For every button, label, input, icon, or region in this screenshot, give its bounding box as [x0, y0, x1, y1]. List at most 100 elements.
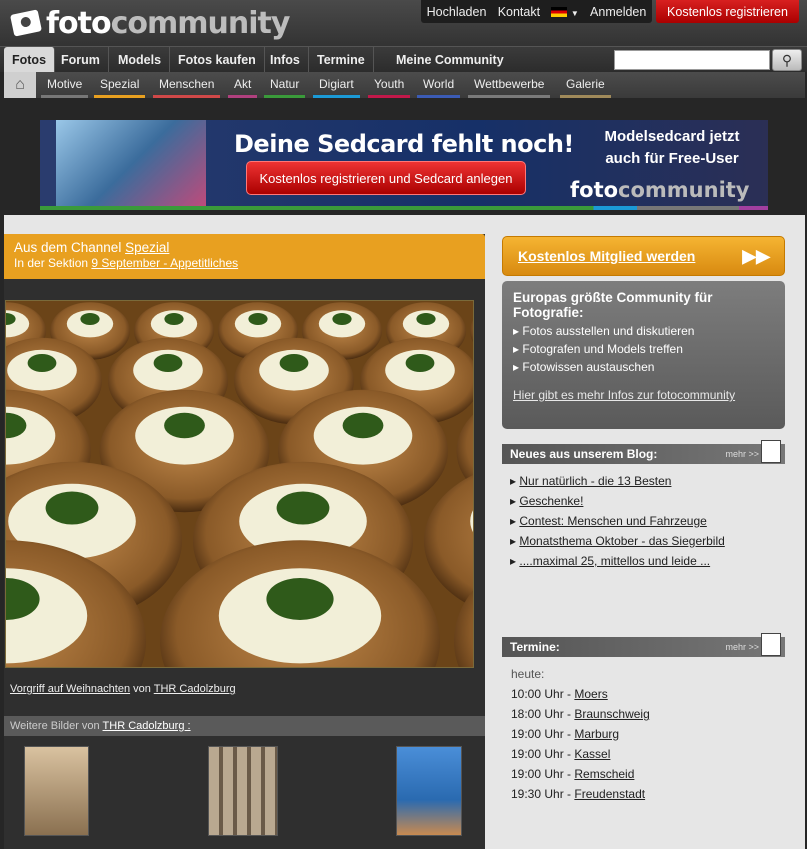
login-link[interactable]: Anmelden	[590, 5, 646, 19]
nav-meine-community[interactable]: Meine Community	[388, 47, 512, 73]
top-header: fotocommunity Hochladen Kontakt ▼ Anmeld…	[0, 0, 807, 46]
list-item: 19:30 Uhr - Freudenstadt	[511, 787, 646, 801]
banner-logo-bold: community	[618, 178, 750, 202]
subnav-menschen[interactable]: Menschen	[153, 72, 221, 98]
banner-register-button[interactable]: Kostenlos registrieren und Sedcard anleg…	[246, 161, 526, 195]
blog-link[interactable]: Monatsthema Oktober - das Siegerbild	[519, 534, 724, 548]
language-selector[interactable]: ▼	[551, 5, 579, 19]
blog-link[interactable]: Geschenke!	[519, 494, 583, 508]
content-top-border	[4, 215, 485, 234]
calendar-icon	[761, 440, 781, 463]
list-item: ▸ ....maximal 25, mittellos und leide ..…	[510, 554, 711, 568]
pistachio	[45, 491, 99, 525]
more-images-prefix: Weitere Bilder von	[10, 720, 100, 732]
info-item: ▸ Fotografen und Models treffen	[513, 342, 683, 356]
photo-caption: Vorgriff auf Weihnachten von THR Cadolzb…	[10, 683, 236, 695]
upload-link[interactable]: Hochladen	[427, 5, 487, 19]
featured-photo[interactable]	[0, 300, 734, 742]
channel-link[interactable]: Spezial	[125, 240, 169, 255]
register-button[interactable]: Kostenlos registrieren	[656, 0, 799, 23]
more-images-header: Weitere Bilder von THR Cadolzburg :	[4, 716, 485, 736]
blog-more-link[interactable]: mehr >>	[725, 444, 759, 464]
pistachio	[405, 354, 435, 372]
channel-header: Aus dem Channel Spezial In der Sektion 9…	[4, 234, 485, 279]
ad-banner[interactable]: Deine Sedcard fehlt noch! Kostenlos regi…	[40, 120, 768, 210]
banner-logo-main: foto	[570, 178, 619, 202]
thumbnail-arches[interactable]	[208, 746, 278, 836]
nav-infos[interactable]: Infos	[262, 47, 309, 73]
termin-city-link[interactable]: Braunschweig	[574, 707, 649, 721]
more-images-author-link[interactable]: THR Cadolzburg :	[103, 720, 191, 732]
subnav-world[interactable]: World	[417, 72, 461, 98]
nav-forum[interactable]: Forum	[53, 47, 109, 73]
cookies-photo	[0, 301, 734, 742]
info-item: ▸ Fotos ausstellen und diskutieren	[513, 324, 695, 338]
blog-link[interactable]: ....maximal 25, mittellos und leide ...	[519, 554, 710, 568]
chevron-down-icon: ▼	[570, 8, 579, 18]
termin-city-link[interactable]: Kassel	[574, 747, 610, 761]
blog-link[interactable]: Contest: Menschen und Fahrzeuge	[519, 514, 706, 528]
nav-termine[interactable]: Termine	[309, 47, 374, 73]
subnav-akt[interactable]: Akt	[228, 72, 258, 98]
banner-side-text-2: auch für Free-User	[605, 150, 739, 167]
pistachio	[279, 354, 309, 372]
search-input[interactable]	[614, 50, 770, 70]
nav-fotos-kaufen[interactable]: Fotos kaufen	[170, 47, 265, 73]
become-member-button[interactable]: Kostenlos Mitglied werden ▶▶	[502, 236, 785, 276]
banner-side-text-1: Modelsedcard jetzt	[604, 128, 740, 145]
nav-models[interactable]: Models	[110, 47, 171, 73]
subnav-youth[interactable]: Youth	[368, 72, 411, 98]
photo-title-link[interactable]: Vorgriff auf Weihnachten	[10, 683, 130, 695]
termine-today: heute:	[511, 667, 545, 681]
subnav-spezial[interactable]: Spezial	[94, 72, 146, 98]
thumbnail-cave[interactable]	[24, 746, 89, 836]
termin-city-link[interactable]: Moers	[574, 687, 607, 701]
pistachio	[80, 313, 100, 325]
pistachio	[164, 412, 205, 439]
list-item: ▸ Contest: Menschen und Fahrzeuge	[510, 514, 707, 528]
list-item: ▸ Monatsthema Oktober - das Siegerbild	[510, 534, 725, 548]
logo-text-bold: community	[110, 5, 291, 41]
termine-list: heute: 10:00 Uhr - Moers 18:00 Uhr - Bra…	[511, 667, 650, 807]
info-box: Europas größte Community für Fotografie:…	[502, 281, 785, 429]
search-button[interactable]: ⚲	[772, 49, 802, 71]
termin-city-link[interactable]: Remscheid	[574, 767, 634, 781]
list-item: 19:00 Uhr - Kassel	[511, 747, 611, 761]
thumbnail-girl[interactable]	[396, 746, 462, 836]
blog-link[interactable]: Nur natürlich - die 13 Besten	[519, 474, 671, 488]
pistachio	[153, 354, 183, 372]
pistachio	[27, 354, 57, 372]
termin-city-link[interactable]: Marburg	[574, 727, 619, 741]
termin-city-link[interactable]: Freudenstadt	[574, 787, 645, 801]
more-info-link[interactable]: Hier gibt es mehr Infos zur fotocommunit…	[513, 388, 774, 402]
subnav-galerie[interactable]: Galerie	[560, 72, 611, 98]
photo-by: von	[133, 683, 151, 695]
double-arrow-icon: ▶▶	[742, 246, 770, 266]
subnav-motive[interactable]: Motive	[41, 72, 89, 98]
site-logo[interactable]: fotocommunity	[10, 5, 291, 41]
termine-more-link[interactable]: mehr >>	[725, 637, 759, 657]
info-item: ▸ Fotowissen austauschen	[513, 360, 655, 374]
utility-bar: Hochladen Kontakt ▼ Anmelden	[421, 0, 652, 23]
become-member-label: Kostenlos Mitglied werden	[518, 248, 696, 264]
pistachio	[276, 491, 330, 525]
contact-link[interactable]: Kontakt	[498, 5, 540, 19]
blog-title: Neues aus unserem Blog:	[510, 447, 658, 461]
pistachio	[416, 313, 436, 325]
subnav-natur[interactable]: Natur	[264, 72, 306, 98]
home-icon[interactable]: ⌂	[4, 72, 36, 98]
subnav-wettbewerbe[interactable]: Wettbewerbe	[468, 72, 551, 98]
list-item: 10:00 Uhr - Moers	[511, 687, 608, 701]
list-item: ▸ Nur natürlich - die 13 Besten	[510, 474, 672, 488]
calendar-icon	[761, 633, 781, 656]
pistachio	[266, 578, 334, 620]
photo-author-link[interactable]: THR Cadolzburg	[154, 683, 236, 695]
de-flag-icon	[551, 7, 568, 18]
section-link[interactable]: 9 September - Appetitliches	[91, 256, 238, 270]
logo-text-main: foto	[46, 5, 112, 41]
blog-list: ▸ Nur natürlich - die 13 Besten ▸ Gesche…	[510, 474, 725, 574]
nav-fotos[interactable]: Fotos	[4, 47, 56, 73]
subnav-digiart[interactable]: Digiart	[313, 72, 360, 98]
channel-prefix: Aus dem Channel	[14, 240, 122, 255]
banner-logo: fotocommunity	[570, 178, 750, 202]
